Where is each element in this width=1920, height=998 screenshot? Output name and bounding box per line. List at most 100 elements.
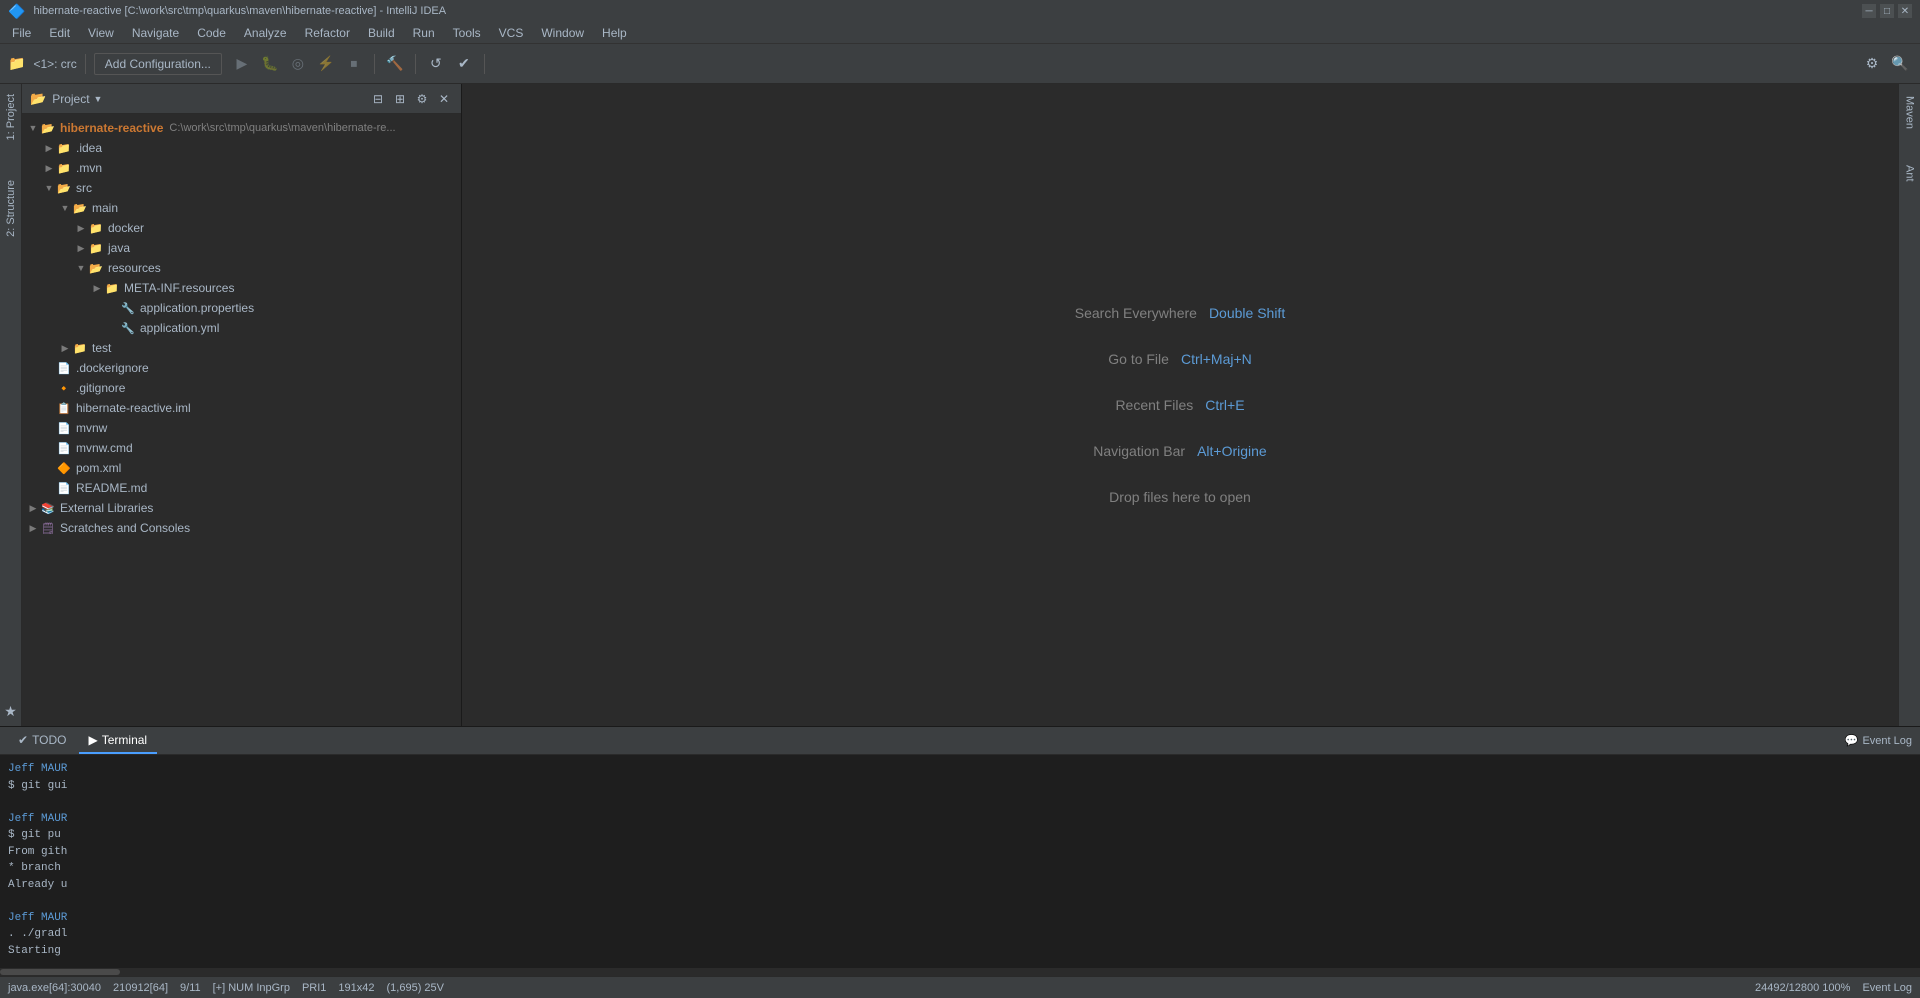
bottom-tabs: ✔ TODO ▶ Terminal 💬 Event Log: [0, 727, 1920, 755]
tree-item-main[interactable]: 📂 main: [22, 198, 461, 218]
tree-item-readme[interactable]: 📄 README.md: [22, 478, 461, 498]
add-configuration-button[interactable]: Add Configuration...: [94, 53, 222, 75]
tree-item-mvn[interactable]: 📁 .mvn: [22, 158, 461, 178]
hint-goto-shortcut: Ctrl+Maj+N: [1181, 351, 1252, 367]
status-cursor: (1,695) 25V: [387, 982, 444, 994]
stop-button[interactable]: ⏹: [342, 52, 366, 76]
root-label: hibernate-reactive: [60, 121, 163, 135]
menu-item-run[interactable]: Run: [405, 24, 443, 42]
tree-item-mvnw[interactable]: 📄 mvnw: [22, 418, 461, 438]
terminal-content[interactable]: Jeff MAUR $ git gui Jeff MAUR $ git pu F…: [0, 755, 1920, 968]
project-dropdown[interactable]: Project ▼: [52, 92, 102, 106]
dropdown-arrow-icon: ▼: [94, 94, 103, 104]
build-project-button[interactable]: 🔨: [383, 52, 407, 76]
commit-button[interactable]: ✔: [452, 52, 476, 76]
run-button[interactable]: ▶: [230, 52, 254, 76]
toolbar-separator-3: [415, 54, 416, 74]
pom-label: pom.xml: [76, 461, 121, 475]
menu-item-window[interactable]: Window: [533, 24, 592, 42]
toolbar: 📁 <1>: crc Add Configuration... ▶ 🐛 ◎ ⚡ …: [0, 44, 1920, 84]
mvnwcmd-label: mvnw.cmd: [76, 441, 133, 455]
dockerignore-label: .dockerignore: [76, 361, 149, 375]
tree-item-docker[interactable]: 📁 docker: [22, 218, 461, 238]
tree-item-test[interactable]: 📁 test: [22, 338, 461, 358]
tree-root[interactable]: 📂 hibernate-reactive C:\work\src\tmp\qua…: [22, 118, 461, 138]
debug-button[interactable]: 🐛: [258, 52, 282, 76]
bottom-panel: ✔ TODO ▶ Terminal 💬 Event Log Jeff MAUR …: [0, 726, 1920, 976]
java-label: java: [108, 241, 130, 255]
terminal-scrollbar[interactable]: [0, 968, 1920, 976]
menu-item-vcs[interactable]: VCS: [491, 24, 532, 42]
maximize-button[interactable]: □: [1880, 4, 1894, 18]
structure-tab[interactable]: 2: Structure: [2, 170, 20, 247]
vcs-update-button[interactable]: ↺: [424, 52, 448, 76]
status-event-log[interactable]: Event Log: [1862, 982, 1912, 994]
tree-item-resources[interactable]: 📂 resources: [22, 258, 461, 278]
todo-tab[interactable]: ✔ TODO: [8, 727, 77, 754]
menu-item-navigate[interactable]: Navigate: [124, 24, 187, 42]
tree-item-app-props[interactable]: 🔧 application.properties: [22, 298, 461, 318]
close-project-button[interactable]: ✕: [435, 90, 453, 108]
menu-item-refactor[interactable]: Refactor: [297, 24, 358, 42]
project-settings-button[interactable]: ⚙: [413, 90, 431, 108]
project-header-buttons: ⊟ ⊞ ⚙ ✕: [369, 90, 453, 108]
menu-item-edit[interactable]: Edit: [41, 24, 78, 42]
root-arrow: [26, 121, 40, 135]
tree-item-meta-inf[interactable]: 📁 META-INF.resources: [22, 278, 461, 298]
scroll-thumb[interactable]: [0, 969, 120, 975]
term-line-6: From gith: [8, 844, 1912, 861]
tree-item-gitignore[interactable]: 🔸 .gitignore: [22, 378, 461, 398]
dockerignore-icon: 📄: [56, 360, 72, 376]
tree-item-java[interactable]: 📁 java: [22, 238, 461, 258]
project-tab[interactable]: 1: Project: [2, 84, 20, 150]
menu-item-tools[interactable]: Tools: [445, 24, 489, 42]
tree-item-dockerignore[interactable]: 📄 .dockerignore: [22, 358, 461, 378]
hint-goto-label: Go to File: [1108, 351, 1169, 367]
menu-item-build[interactable]: Build: [360, 24, 403, 42]
coverage-button[interactable]: ◎: [286, 52, 310, 76]
root-path: C:\work\src\tmp\quarkus\maven\hibernate-…: [169, 122, 395, 134]
docker-label: docker: [108, 221, 144, 235]
readme-icon: 📄: [56, 480, 72, 496]
search-everywhere-toolbar-button[interactable]: 🔍: [1888, 52, 1912, 76]
hint-recent-label: Recent Files: [1115, 397, 1193, 413]
src-folder-icon: 📂: [56, 180, 72, 196]
gitignore-icon: 🔸: [56, 380, 72, 396]
mvnw-leaf: [42, 421, 56, 435]
terminal-tab[interactable]: ▶ Terminal: [79, 727, 158, 754]
minimize-button[interactable]: ─: [1862, 4, 1876, 18]
tree-item-pom[interactable]: 🔶 pom.xml: [22, 458, 461, 478]
tree-item-mvnw-cmd[interactable]: 📄 mvnw.cmd: [22, 438, 461, 458]
settings-button[interactable]: ⚙: [1860, 52, 1884, 76]
menu-item-help[interactable]: Help: [594, 24, 635, 42]
term-line-10: Jeff MAUR: [8, 910, 1912, 927]
expand-all-button[interactable]: ⊞: [391, 90, 409, 108]
mvnwcmd-icon: 📄: [56, 440, 72, 456]
tree-item-src[interactable]: 📂 src: [22, 178, 461, 198]
status-mode: [+] NUM InpGrp: [213, 982, 290, 994]
tree-item-app-yml[interactable]: 🔧 application.yml: [22, 318, 461, 338]
status-git: java.exe[64]:30040: [8, 982, 101, 994]
menu-item-view[interactable]: View: [80, 24, 122, 42]
tree-item-iml[interactable]: 📋 hibernate-reactive.iml: [22, 398, 461, 418]
idea-folder-icon: 📁: [56, 140, 72, 156]
profile-button[interactable]: ⚡: [314, 52, 338, 76]
app-props-label: application.properties: [140, 301, 254, 315]
term-line-1: Jeff MAUR: [8, 761, 1912, 778]
term-line-13: [8, 959, 1912, 968]
tree-item-scratches[interactable]: 🗒 Scratches and Consoles: [22, 518, 461, 538]
ant-tab[interactable]: Ant: [1901, 157, 1919, 190]
tree-item-external-libs[interactable]: 📚 External Libraries: [22, 498, 461, 518]
hint-nav-shortcut: Alt+Origine: [1197, 443, 1267, 459]
menu-item-analyze[interactable]: Analyze: [236, 24, 295, 42]
window-controls: ─ □ ✕: [1862, 4, 1912, 18]
tree-item-idea[interactable]: 📁 .idea: [22, 138, 461, 158]
menu-item-code[interactable]: Code: [189, 24, 234, 42]
favorites-tab[interactable]: ★: [0, 697, 23, 726]
maven-tab[interactable]: Maven: [1901, 88, 1919, 137]
close-button[interactable]: ✕: [1898, 4, 1912, 18]
project-header: 📂 Project ▼ ⊟ ⊞ ⚙ ✕: [22, 84, 461, 114]
collapse-all-button[interactable]: ⊟: [369, 90, 387, 108]
event-log-button[interactable]: 💬 Event Log: [1845, 734, 1912, 747]
menu-item-file[interactable]: File: [4, 24, 39, 42]
